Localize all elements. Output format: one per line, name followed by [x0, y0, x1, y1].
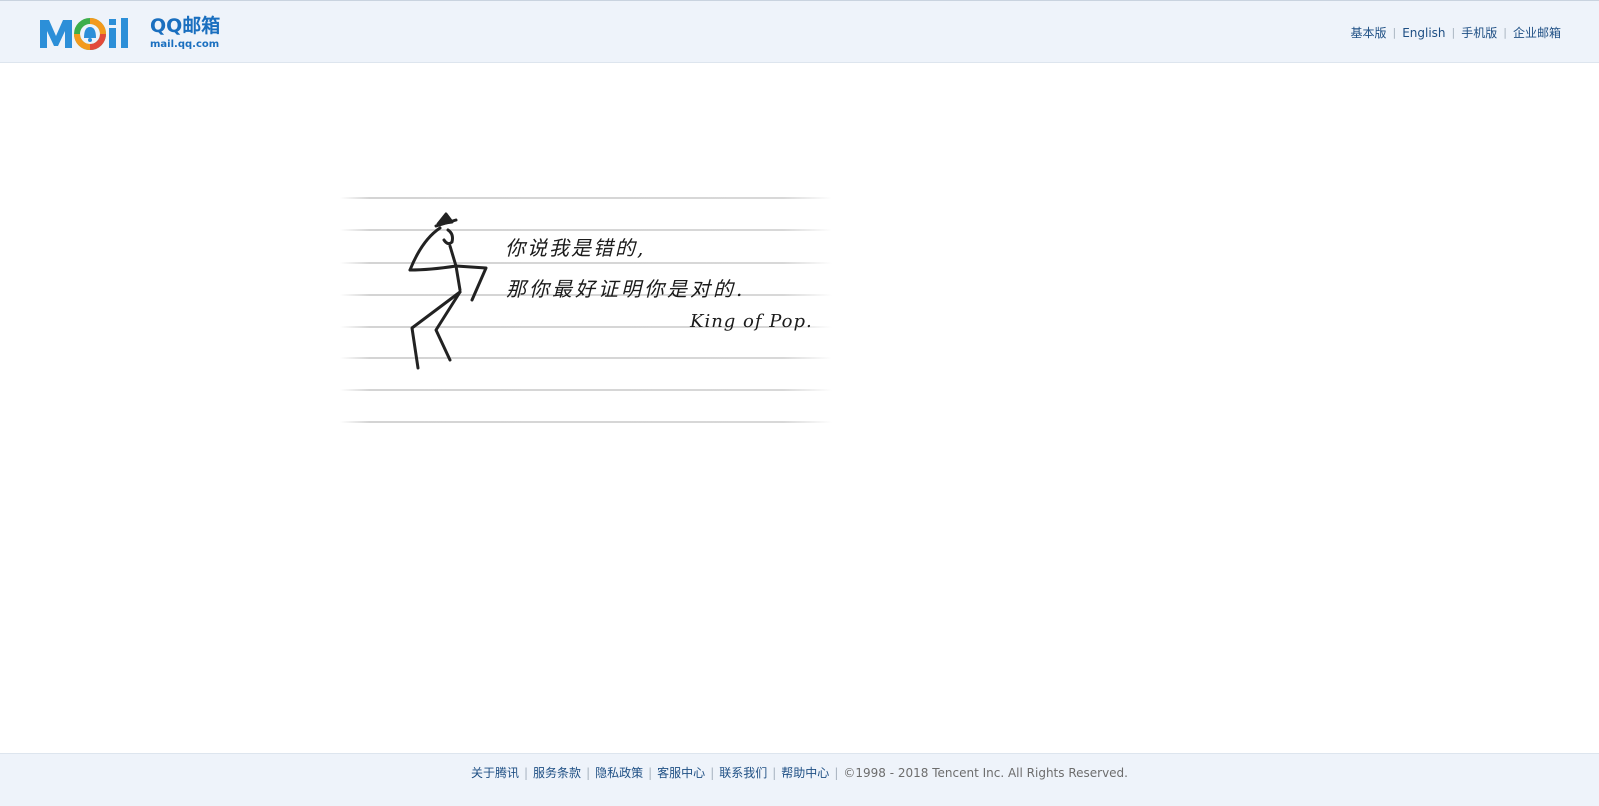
footer-link-contact[interactable]: 联系我们 [719, 766, 767, 780]
nav-mobile-version[interactable]: 手机版 [1461, 24, 1497, 41]
footer-link-help[interactable]: 帮助中心 [781, 766, 829, 780]
nav-basic-version[interactable]: 基本版 [1350, 24, 1386, 41]
footer-link-privacy[interactable]: 隐私政策 [595, 766, 643, 780]
header: QQ邮箱 mail.qq.com 基本版 | English | 手机版 | 企… [0, 0, 1599, 63]
brand-name: QQ邮箱 [150, 14, 221, 37]
brand-domain: mail.qq.com [150, 38, 220, 50]
footer-links: 关于腾讯 | 服务条款 | 隐私政策 | 客服中心 | 联系我们 | 帮助中心 | ©1998 - 20… [0, 764, 1599, 781]
paper-line [340, 421, 832, 423]
mail-logo-icon [40, 18, 128, 50]
footer-separator: | [772, 766, 777, 780]
footer-separator: | [648, 766, 653, 780]
footer-separator: | [524, 766, 529, 780]
footer-separator: | [586, 766, 591, 780]
qq-mail-logo[interactable]: QQ邮箱 mail.qq.com [38, 13, 220, 53]
note-signature: King of Pop. [690, 311, 813, 332]
note-line-2: 那你最好证明你是对的. [506, 277, 746, 301]
copyright-text: ©1998 - 2018 Tencent Inc. All Rights Res… [843, 766, 1128, 780]
footer: 关于腾讯 | 服务条款 | 隐私政策 | 客服中心 | 联系我们 | 帮助中心 | ©1998 - 20… [0, 753, 1599, 806]
nav-enterprise-mail[interactable]: 企业邮箱 [1513, 24, 1561, 41]
nav-separator: | [1392, 26, 1397, 39]
paper-line [340, 197, 832, 199]
stick-figure-icon [408, 212, 488, 370]
error-note-illustration: 你说我是错的, 那你最好证明你是对的. King of Pop. [340, 185, 840, 435]
paper-line [340, 389, 832, 391]
footer-link-terms[interactable]: 服务条款 [533, 766, 581, 780]
nav-english[interactable]: English [1402, 26, 1445, 40]
footer-link-about[interactable]: 关于腾讯 [471, 766, 519, 780]
top-nav: 基本版 | English | 手机版 | 企业邮箱 [1350, 24, 1561, 41]
footer-separator: | [710, 766, 715, 780]
footer-link-service[interactable]: 客服中心 [657, 766, 705, 780]
nav-separator: | [1503, 26, 1507, 39]
note-line-1: 你说我是错的, [505, 236, 646, 260]
footer-separator: | [834, 766, 839, 780]
nav-separator: | [1451, 26, 1456, 39]
